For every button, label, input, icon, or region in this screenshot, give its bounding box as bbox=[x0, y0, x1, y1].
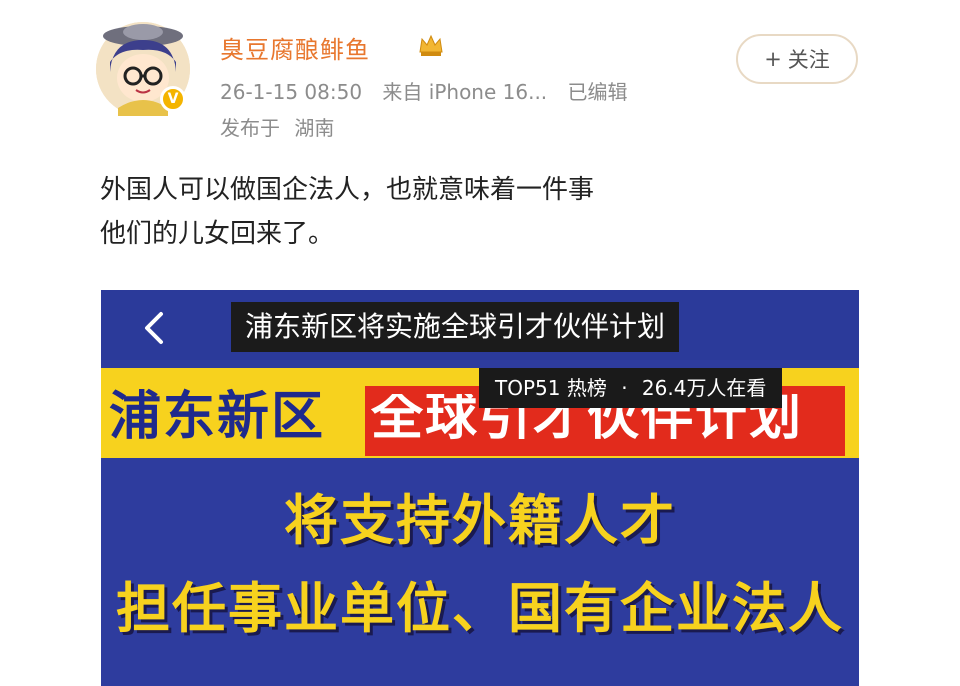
viewer-count: 26.4万人在看 bbox=[641, 376, 767, 400]
video-title: 浦东新区将实施全球引才伙伴计划 bbox=[231, 302, 680, 352]
location-prefix: 发布于 bbox=[220, 116, 280, 140]
back-arrow-icon[interactable] bbox=[139, 310, 169, 346]
post-meta: 26-1-15 08:50 来自 iPhone 16... 已编辑 bbox=[220, 76, 642, 105]
edited-label[interactable]: 已编辑 bbox=[568, 80, 628, 104]
username[interactable]: 臭豆腐酿鲱鱼 bbox=[220, 30, 370, 65]
crown-icon bbox=[419, 34, 443, 56]
verified-badge-icon: V bbox=[160, 86, 186, 112]
post-body: 外国人可以做国企法人，也就意味着一件事 他们的儿女回来了。 bbox=[100, 168, 594, 256]
separator-dot: · bbox=[621, 376, 628, 400]
timestamp: 26-1-15 08:50 bbox=[220, 80, 363, 104]
post-line: 外国人可以做国企法人，也就意味着一件事 bbox=[100, 175, 595, 205]
post-location: 发布于 湖南 bbox=[220, 112, 342, 141]
video-thumbnail[interactable]: 浦东新区将实施全球引才伙伴计划 浦东新区 全球引才伙伴计划 TOP51 热榜 ·… bbox=[101, 290, 859, 686]
banner-left-text: 浦东新区 bbox=[109, 387, 326, 447]
caption-line-2: 担任事业单位、国有企业法人 bbox=[116, 577, 844, 640]
follow-label: 关注 bbox=[787, 48, 830, 72]
location-value[interactable]: 湖南 bbox=[294, 116, 334, 140]
post-line: 他们的儿女回来了。 bbox=[100, 219, 335, 249]
caption-line-1: 将支持外籍人才 bbox=[284, 489, 676, 552]
hot-rank: TOP51 热榜 bbox=[495, 376, 607, 400]
plus-icon: + bbox=[764, 47, 782, 71]
post-source: 来自 iPhone 16... bbox=[382, 80, 548, 104]
hot-rank-badge[interactable]: TOP51 热榜 · 26.4万人在看 bbox=[479, 368, 783, 408]
follow-button[interactable]: + 关注 bbox=[736, 34, 858, 84]
